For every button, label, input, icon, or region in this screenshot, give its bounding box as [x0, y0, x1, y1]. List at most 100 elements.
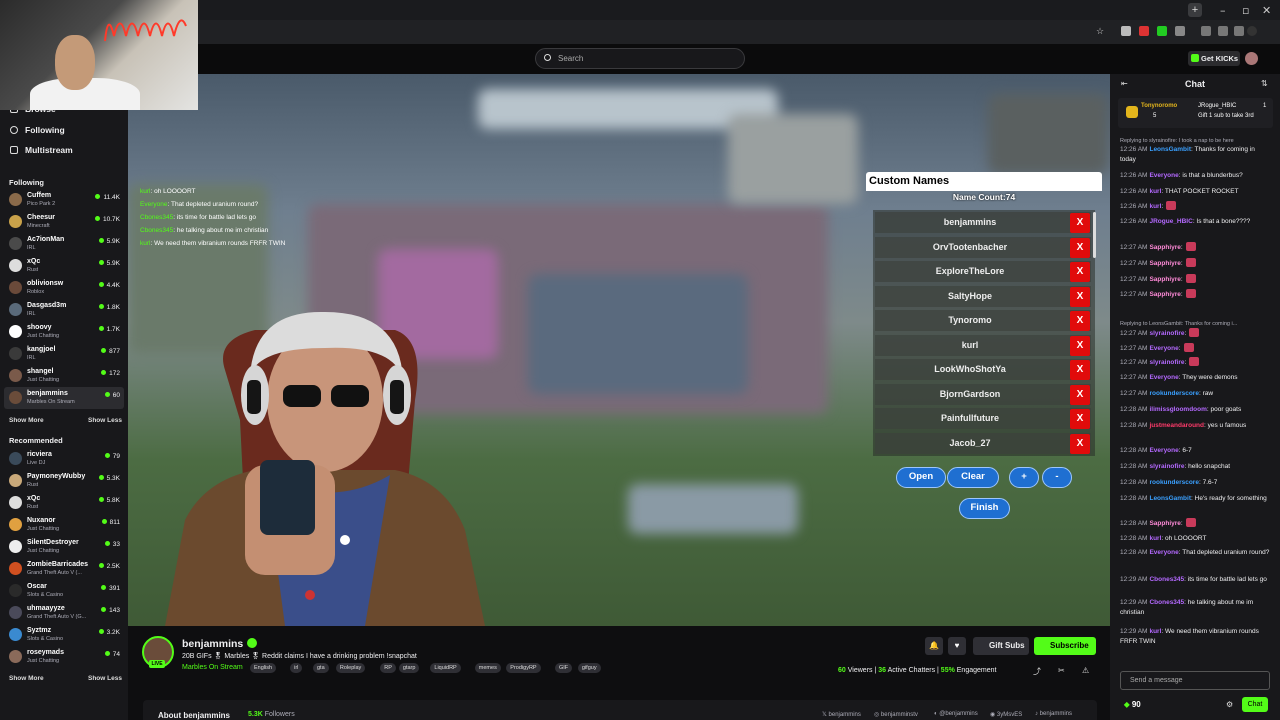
nav-multistream[interactable]: Multistream [10, 145, 73, 155]
message-username[interactable]: slyrainofire [1149, 463, 1184, 470]
message-username[interactable]: Everyone [1149, 374, 1178, 381]
sidebar-channel-row[interactable]: xQc Rust 5.9K [4, 255, 124, 277]
message-username[interactable]: Everyone [1149, 172, 1178, 179]
message-username[interactable]: LeonsGambit [1149, 146, 1191, 153]
remove-name-button[interactable]: X [1070, 409, 1090, 429]
sidebar-channel-row[interactable]: ricviera Live DJ 79 [4, 448, 124, 470]
sidebar-channel-row[interactable]: PaymoneyWubby Rust 5.3K [4, 470, 124, 492]
message-username[interactable]: Sapphiyre [1149, 244, 1180, 251]
puzzle-icon[interactable] [1175, 26, 1185, 36]
social-x[interactable]: 𝕏 benjammins [822, 711, 861, 718]
clip-icon[interactable]: ✂ [1058, 666, 1065, 675]
search-input[interactable]: Search [535, 48, 745, 69]
open-button[interactable]: Open [896, 467, 946, 488]
remove-name-button[interactable]: X [1070, 433, 1090, 454]
extension-icon[interactable] [1218, 26, 1228, 36]
message-username[interactable]: Cbones345 [1149, 576, 1184, 583]
message-username[interactable]: Sapphiyre [1149, 291, 1180, 298]
sidebar-channel-row[interactable]: Ac7ionMan IRL 5.9K [4, 233, 124, 255]
message-username[interactable]: Cbones345 [1149, 599, 1184, 606]
bookmark-star-icon[interactable]: ☆ [1096, 26, 1106, 36]
message-username[interactable]: Sapphiyre [1149, 276, 1180, 283]
message-username[interactable]: JRogue_HBIC [1149, 218, 1192, 225]
profile-icon[interactable] [1247, 26, 1257, 36]
get-kicks-button[interactable]: Get KICKs [1188, 51, 1240, 66]
chat-send-button[interactable]: Chat [1242, 697, 1268, 712]
following-show-less[interactable]: Show Less [88, 417, 122, 424]
plus-button[interactable]: + [1009, 467, 1039, 488]
channel-name[interactable]: benjammins [182, 638, 243, 650]
remove-name-button[interactable]: X [1070, 262, 1090, 282]
heart-icon[interactable]: ♥ [948, 637, 966, 655]
remove-name-button[interactable]: X [1070, 237, 1090, 258]
message-username[interactable]: Everyone [1149, 345, 1178, 352]
recommended-show-less[interactable]: Show Less [88, 675, 122, 682]
remove-name-button[interactable]: X [1070, 360, 1090, 380]
tag-chip[interactable]: Roleplay [335, 663, 366, 673]
maximize-button[interactable]: ▫ [1242, 4, 1249, 17]
names-scrollbar[interactable] [1093, 212, 1096, 258]
sidebar-channel-row[interactable]: shangel Just Chatting 172 [4, 365, 124, 387]
sidebar-channel-row[interactable]: shoovy Just Chatting 1.7K [4, 321, 124, 343]
gear-icon[interactable]: ⚙ [1226, 700, 1233, 709]
tag-chip[interactable]: GIF [555, 663, 573, 673]
message-username[interactable]: slyrainofire [1149, 330, 1184, 337]
message-username[interactable]: Sapphiyre [1149, 260, 1180, 267]
message-username[interactable]: Everyone [1149, 447, 1178, 454]
tag-chip[interactable]: gifguy [577, 663, 601, 673]
message-username[interactable]: Everyone [1149, 549, 1178, 556]
chat-input[interactable]: Send a message [1120, 671, 1270, 690]
tag-chip[interactable]: RP [380, 663, 396, 673]
remove-name-button[interactable]: X [1070, 384, 1090, 405]
minimize-button[interactable]: – [1220, 4, 1226, 17]
tag-chip[interactable]: ProdigyRP [506, 663, 541, 673]
subscribe-button[interactable]: Subscribe [1034, 637, 1096, 655]
report-icon[interactable]: ⚠ [1082, 666, 1089, 675]
message-username[interactable]: Sapphiyre [1149, 520, 1180, 527]
social-snapchat[interactable]: ◐ @benjammins [934, 711, 978, 717]
sidebar-channel-row[interactable]: Cheesur Minecraft 10.7K [4, 211, 124, 233]
gift-subs-button[interactable]: Gift Subs [973, 637, 1029, 655]
share-icon[interactable]: ⤴ [1033, 666, 1041, 677]
sidebar-channel-row[interactable]: Cuffem Pico Park 2 11.4K [4, 189, 124, 211]
names-list[interactable]: benjammins X OrvTootenbacher X ExploreTheLor… [873, 210, 1095, 456]
message-username[interactable]: slyrainofire [1149, 359, 1184, 366]
tag-chip[interactable]: LiquidRP [430, 663, 461, 673]
message-username[interactable]: ilimissgloomdoom [1149, 406, 1206, 413]
remove-name-button[interactable]: X [1070, 286, 1090, 307]
extension-icon[interactable] [1234, 26, 1244, 36]
extension-icon[interactable] [1139, 26, 1149, 36]
clear-button[interactable]: Clear [947, 467, 999, 488]
sidebar-channel-row[interactable]: roseymads Just Chatting 74 [4, 646, 124, 668]
sidebar-channel-row[interactable]: Oscar Slots & Casino 391 [4, 580, 124, 602]
social-tiktok[interactable]: ♪ benjammins [1035, 711, 1072, 717]
stream-category[interactable]: Marbles On Stream [182, 664, 243, 671]
sidebar-channel-row[interactable]: ZombieBarricades Grand Theft Auto V (... 2… [4, 558, 124, 580]
remove-name-button[interactable]: X [1070, 213, 1090, 233]
message-username[interactable]: kurl [1149, 188, 1161, 195]
recommended-show-more[interactable]: Show More [9, 675, 44, 682]
social-instagram[interactable]: ◎ benjamminstv [874, 711, 918, 718]
tag-chip[interactable]: memes [474, 663, 501, 673]
remove-name-button[interactable]: X [1070, 335, 1090, 356]
tag-chip[interactable]: English [250, 663, 277, 673]
message-username[interactable]: justmeandaround [1149, 422, 1204, 429]
bell-icon[interactable]: 🔔 [925, 637, 943, 655]
message-username[interactable]: rookunderscore [1149, 479, 1199, 486]
extension-icon[interactable] [1121, 26, 1131, 36]
sidebar-channel-row[interactable]: Syztmz Slots & Casino 3.2K [4, 624, 124, 646]
tag-chip[interactable]: gta [313, 663, 329, 673]
finish-button[interactable]: Finish [959, 498, 1010, 519]
extension-icon[interactable] [1201, 26, 1211, 36]
message-username[interactable]: kurl [1149, 535, 1161, 542]
channel-points[interactable]: ⬥ 90 [1124, 700, 1141, 710]
new-tab-button[interactable]: + [1188, 3, 1202, 17]
sidebar-channel-row[interactable]: oblivionsw Roblox 4.4K [4, 277, 124, 299]
chat-settings-icon[interactable]: ⇅ [1261, 79, 1268, 88]
extension-icon[interactable] [1157, 26, 1167, 36]
tag-chip[interactable]: gtarp [398, 663, 420, 673]
tag-chip[interactable]: irl [290, 663, 303, 673]
close-window-button[interactable]: ✕ [1262, 4, 1271, 17]
message-username[interactable]: kurl [1149, 203, 1161, 210]
minus-button[interactable]: - [1042, 467, 1072, 488]
